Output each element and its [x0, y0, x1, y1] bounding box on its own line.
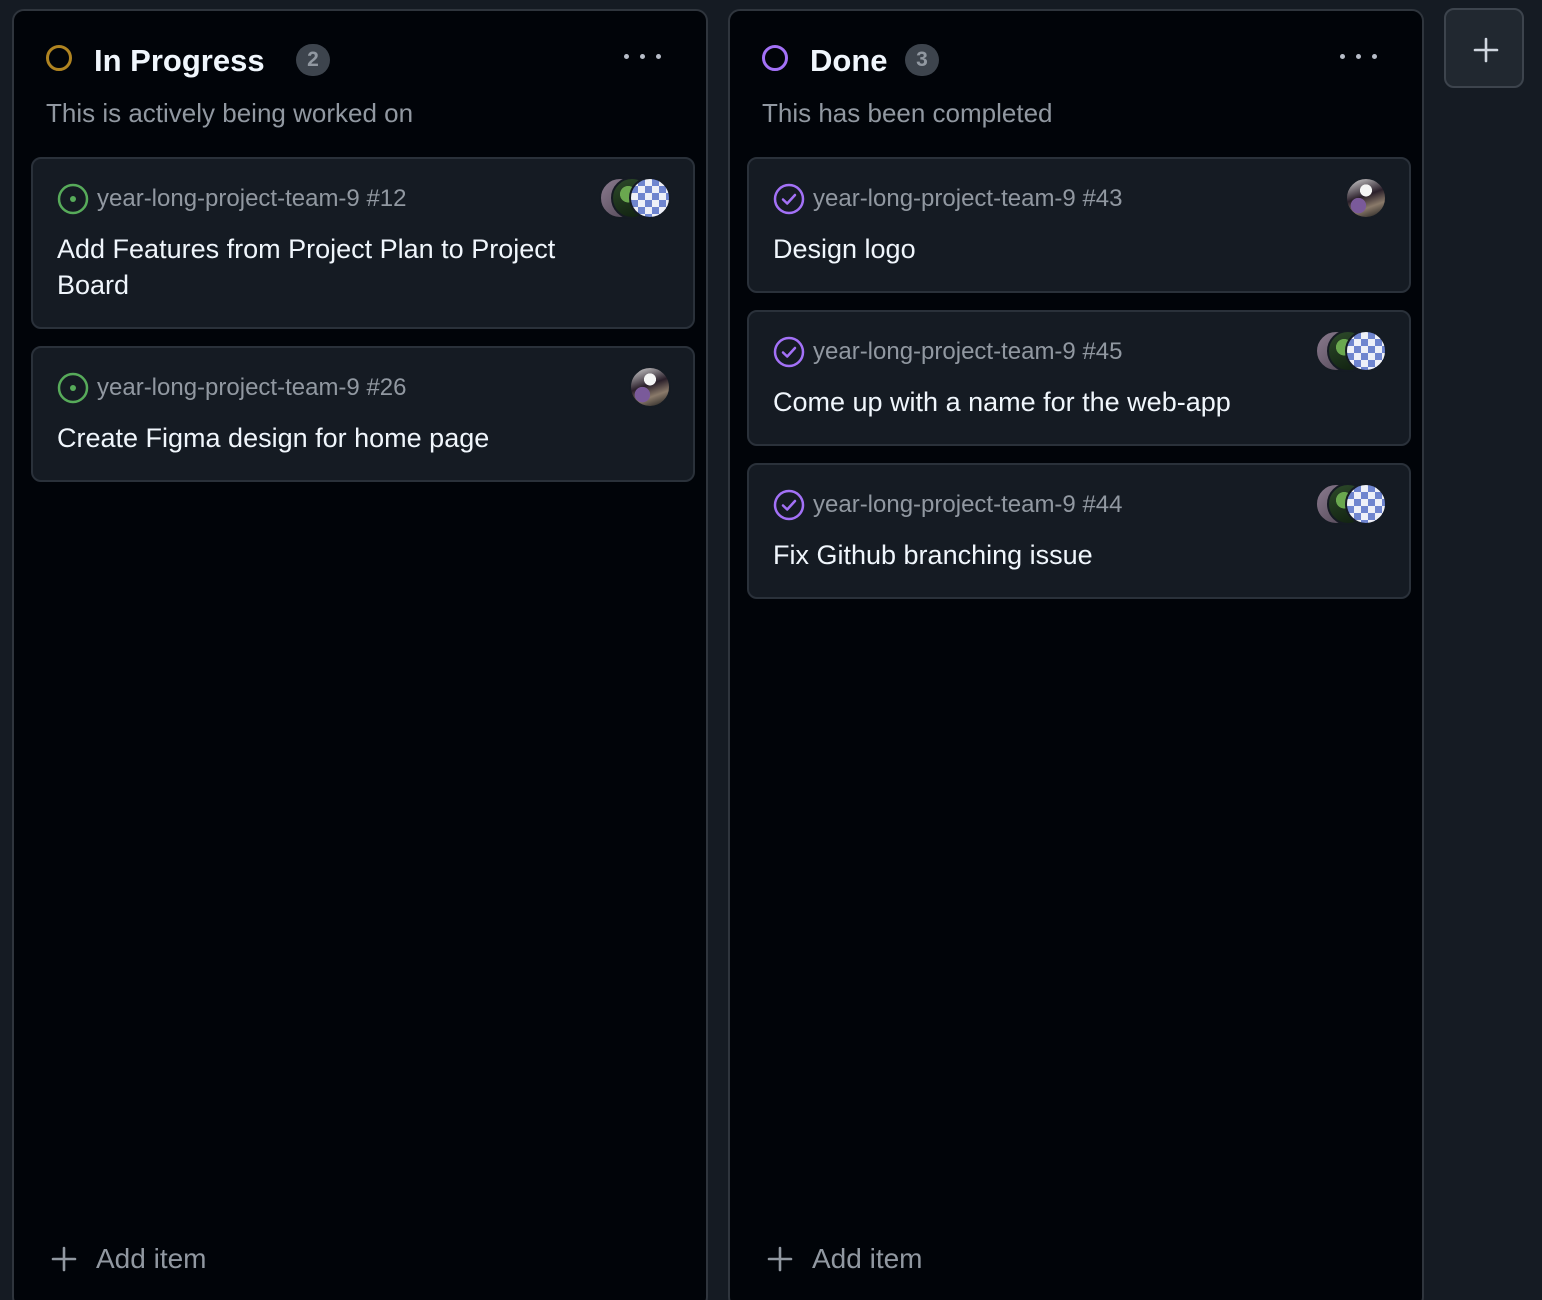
column-menu-button[interactable]	[1340, 45, 1380, 67]
column-title: Done	[810, 43, 888, 78]
issue-reference[interactable]: year-long-project-team-9 #43	[813, 183, 1122, 215]
issue-card[interactable]: year-long-project-team-9 #43 Design logo	[747, 157, 1411, 293]
column-description: This has been completed	[762, 98, 1053, 128]
column-header: In Progress 2	[46, 43, 674, 83]
kebab-dot	[624, 54, 629, 59]
issue-title[interactable]: Fix Github branching issue	[773, 537, 1313, 573]
assignee-avatars[interactable]	[629, 366, 671, 408]
issue-closed-check-icon	[773, 336, 805, 368]
add-item-label: Add item	[96, 1243, 207, 1274]
issue-reference[interactable]: year-long-project-team-9 #26	[97, 372, 406, 404]
issue-closed-check-icon	[773, 183, 805, 215]
item-count-badge: 3	[905, 44, 939, 76]
kebab-dot	[656, 54, 661, 59]
column-done: Done 3 This has been completed year-long…	[728, 9, 1424, 1300]
add-item-label: Add item	[812, 1243, 923, 1274]
assignee-avatars[interactable]	[599, 177, 671, 219]
issue-reference[interactable]: year-long-project-team-9 #45	[813, 336, 1122, 368]
plus-icon	[767, 1246, 793, 1272]
kebab-dot	[1340, 54, 1345, 59]
issue-title[interactable]: Add Features from Project Plan to Projec…	[57, 231, 597, 303]
plus-icon	[1473, 37, 1499, 63]
issue-card[interactable]: year-long-project-team-9 #44 Fix Github …	[747, 463, 1411, 599]
avatar[interactable]	[629, 177, 671, 219]
add-column-button[interactable]	[1444, 8, 1524, 88]
avatar[interactable]	[629, 366, 671, 408]
avatar[interactable]	[1345, 177, 1387, 219]
plus-icon	[51, 1246, 77, 1272]
status-circle-icon	[46, 45, 72, 71]
issue-opened-icon	[57, 183, 89, 215]
issue-closed-check-icon	[773, 489, 805, 521]
project-board: In Progress 2 This is actively being wor…	[0, 0, 1542, 1300]
kebab-dot	[1356, 54, 1361, 59]
column-in-progress: In Progress 2 This is actively being wor…	[12, 9, 708, 1300]
item-count-badge: 2	[296, 44, 330, 76]
assignee-avatars[interactable]	[1345, 177, 1387, 219]
assignee-avatars[interactable]	[1315, 483, 1387, 525]
issue-card[interactable]: year-long-project-team-9 #12 Add Feature…	[31, 157, 695, 329]
issue-opened-icon	[57, 372, 89, 404]
column-header: Done 3	[762, 43, 1390, 83]
avatar[interactable]	[1345, 330, 1387, 372]
assignee-avatars[interactable]	[1315, 330, 1387, 372]
column-description: This is actively being worked on	[46, 98, 414, 128]
kebab-dot	[640, 54, 645, 59]
issue-reference[interactable]: year-long-project-team-9 #44	[813, 489, 1122, 521]
avatar[interactable]	[1345, 483, 1387, 525]
issue-reference[interactable]: year-long-project-team-9 #12	[97, 183, 406, 215]
issue-title[interactable]: Create Figma design for home page	[57, 420, 597, 456]
issue-title[interactable]: Come up with a name for the web-app	[773, 384, 1313, 420]
column-title: In Progress	[94, 43, 265, 78]
issue-card[interactable]: year-long-project-team-9 #45 Come up wit…	[747, 310, 1411, 446]
issue-title[interactable]: Design logo	[773, 231, 1313, 267]
issue-card[interactable]: year-long-project-team-9 #26 Create Figm…	[31, 346, 695, 482]
kebab-dot	[1372, 54, 1377, 59]
column-menu-button[interactable]	[624, 45, 664, 67]
status-circle-icon	[762, 45, 788, 71]
